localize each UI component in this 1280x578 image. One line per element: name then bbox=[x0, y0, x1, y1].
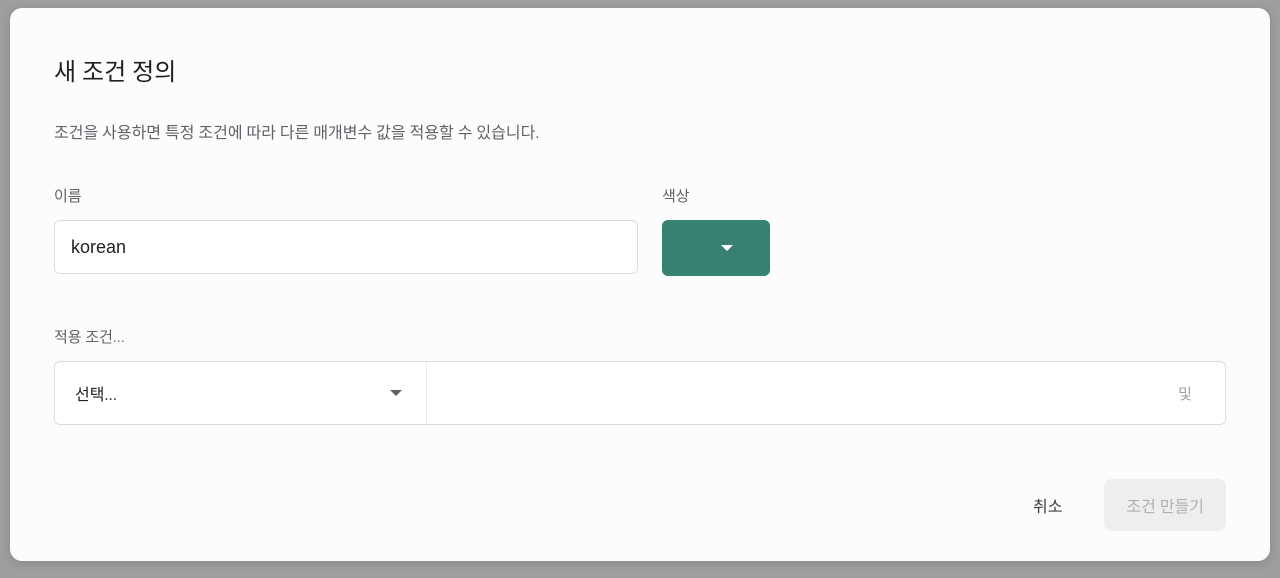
create-condition-button[interactable]: 조건 만들기 bbox=[1104, 479, 1226, 531]
cancel-button[interactable]: 취소 bbox=[1011, 479, 1084, 531]
condition-value-area bbox=[427, 362, 1145, 424]
condition-section-label: 적용 조건... bbox=[54, 326, 1226, 347]
condition-section: 적용 조건... 선택... 및 bbox=[54, 326, 1226, 425]
condition-dialog: 새 조건 정의 조건을 사용하면 특정 조건에 따라 다른 매개변수 값을 적용… bbox=[10, 8, 1270, 561]
chevron-down-icon bbox=[721, 245, 733, 251]
name-group: 이름 bbox=[54, 185, 638, 274]
color-picker-button[interactable] bbox=[662, 220, 770, 276]
form-row: 이름 색상 bbox=[54, 185, 1226, 276]
dialog-actions: 취소 조건 만들기 bbox=[1011, 479, 1226, 531]
name-input[interactable] bbox=[54, 220, 638, 274]
dialog-title: 새 조건 정의 bbox=[54, 52, 1226, 87]
color-group: 색상 bbox=[662, 185, 770, 276]
condition-select-text: 선택... bbox=[75, 381, 117, 405]
name-label: 이름 bbox=[54, 185, 638, 206]
dialog-description: 조건을 사용하면 특정 조건에 따라 다른 매개변수 값을 적용할 수 있습니다… bbox=[54, 119, 1226, 143]
color-label: 색상 bbox=[662, 185, 770, 206]
condition-operator-label: 및 bbox=[1145, 362, 1225, 424]
chevron-down-icon bbox=[390, 390, 402, 396]
condition-row: 선택... 및 bbox=[54, 361, 1226, 425]
condition-select-dropdown[interactable]: 선택... bbox=[55, 362, 427, 424]
